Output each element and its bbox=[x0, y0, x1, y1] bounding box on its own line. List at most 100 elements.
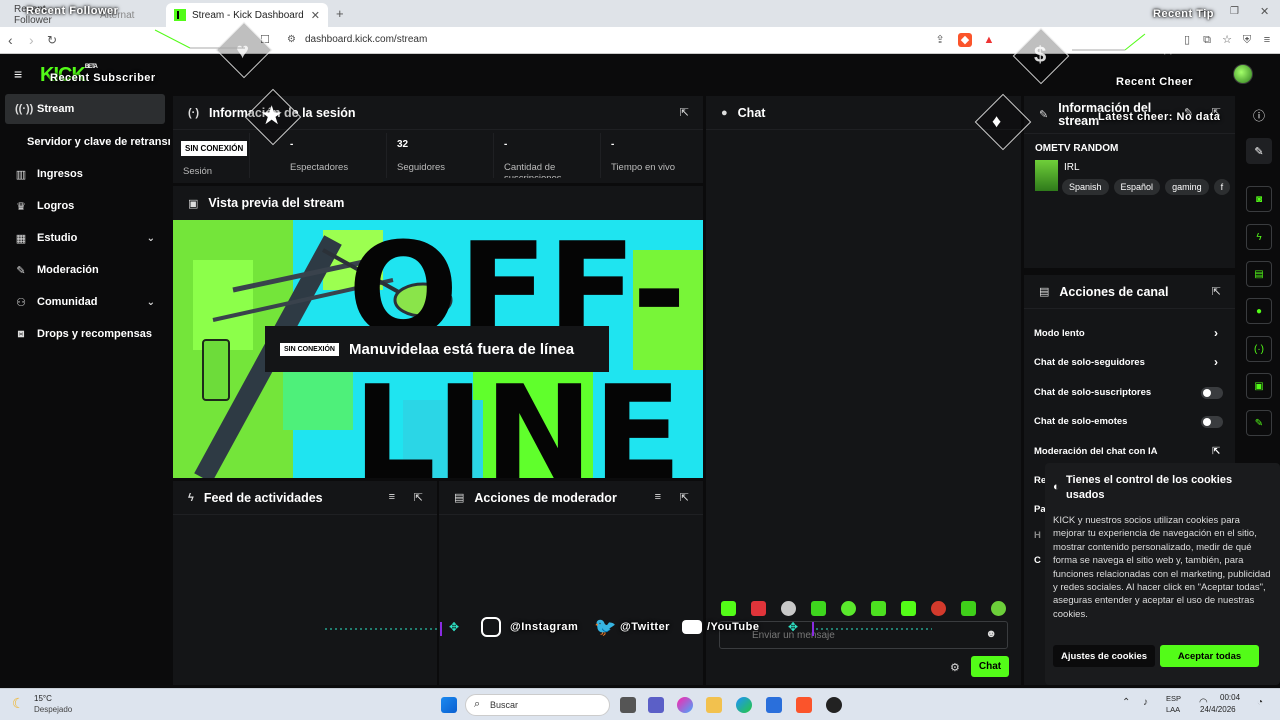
popout-icon[interactable]: ⇱ bbox=[414, 491, 423, 504]
file-explorer-icon[interactable] bbox=[706, 697, 722, 713]
edge-icon[interactable] bbox=[736, 697, 752, 713]
sidebar-item-comunidad[interactable]: ⚇ Comunidad ⌄ bbox=[5, 287, 165, 317]
hamburger-menu-icon[interactable]: ≡ bbox=[14, 66, 22, 82]
stat-subscriptions: - Cantidad de suscripciones bbox=[494, 133, 601, 178]
overlay-youtube: /YouTube bbox=[707, 621, 760, 633]
broadcast-icon: (·) bbox=[188, 106, 199, 119]
gear-icon[interactable]: ⚙ bbox=[950, 661, 960, 674]
row-label: Moderación del chat con IA bbox=[1034, 446, 1158, 457]
sidebar-item-server-key[interactable]: Servidor y clave de retransmisión bbox=[5, 127, 170, 157]
share-icon[interactable]: ⇪ bbox=[933, 33, 947, 47]
emote-icon[interactable] bbox=[991, 601, 1006, 616]
microphone-icon[interactable]: ♪ bbox=[1143, 697, 1148, 708]
reload-icon[interactable]: ↻ bbox=[47, 33, 57, 47]
overlay-line bbox=[1072, 33, 1146, 51]
popout-icon[interactable]: ⇱ bbox=[1212, 285, 1221, 298]
weather-desc[interactable]: Despejado bbox=[34, 705, 72, 714]
store-icon[interactable] bbox=[766, 697, 782, 713]
cookie-accept-button[interactable]: Aceptar todas bbox=[1160, 645, 1259, 667]
filter-icon[interactable]: ≡ bbox=[655, 491, 661, 503]
new-tab-icon[interactable]: + bbox=[336, 6, 344, 21]
status-badge: SIN CONEXIÓN bbox=[181, 141, 248, 156]
emote-icon[interactable] bbox=[751, 601, 766, 616]
restore-icon[interactable]: ❐ bbox=[1230, 6, 1239, 17]
subscribers-only-toggle[interactable] bbox=[1201, 387, 1223, 399]
category-thumbnail[interactable] bbox=[1035, 160, 1058, 191]
avatar[interactable] bbox=[1233, 64, 1253, 84]
edit-icon[interactable]: ✎ bbox=[1246, 138, 1272, 164]
followers-only-row[interactable]: Chat de solo-seguidores › bbox=[1034, 355, 1224, 369]
sidebar-item-drops[interactable]: ⧈ Drops y recompensas bbox=[5, 319, 165, 349]
vpn-icon[interactable]: ⛨ bbox=[1240, 33, 1254, 47]
sidebar-item-estudio[interactable]: ▦ Estudio ⌄ bbox=[5, 223, 165, 253]
chevron-down-icon[interactable]: ⌄ bbox=[147, 297, 155, 308]
forward-icon[interactable]: › bbox=[29, 32, 34, 48]
chevron-up-icon[interactable]: ⌃ bbox=[1122, 697, 1130, 708]
emote-icon[interactable] bbox=[811, 601, 826, 616]
emote-icon[interactable] bbox=[871, 601, 886, 616]
sidebar-item-moderacion[interactable]: ✎ Moderación bbox=[5, 255, 165, 285]
rewards-icon[interactable]: ▲ bbox=[982, 33, 996, 47]
info-icon[interactable]: ⓘ bbox=[1253, 107, 1265, 124]
tag[interactable]: Español bbox=[1113, 179, 1161, 195]
obs-icon[interactable] bbox=[826, 697, 842, 713]
emotes-only-toggle[interactable] bbox=[1201, 416, 1223, 428]
slow-mode-row[interactable]: Modo lento › bbox=[1034, 326, 1224, 340]
clock-date[interactable]: 24/4/2026 bbox=[1200, 705, 1236, 714]
studio-icon: ▦ bbox=[15, 232, 27, 245]
chevron-down-icon[interactable]: ⌄ bbox=[147, 233, 155, 244]
back-icon[interactable]: ‹ bbox=[8, 32, 13, 48]
emote-icon[interactable] bbox=[961, 601, 976, 616]
task-view-icon[interactable] bbox=[620, 697, 636, 713]
sidebar-item-ingresos[interactable]: ▥ Ingresos bbox=[5, 159, 165, 189]
bolt-icon[interactable]: ϟ bbox=[1246, 224, 1272, 250]
site-info-icon[interactable]: ⚙ bbox=[287, 34, 296, 45]
filter-icon[interactable]: ≡ bbox=[389, 491, 395, 503]
tag[interactable]: gaming bbox=[1165, 179, 1209, 195]
ai-moderation-row[interactable]: Moderación del chat con IA ⇱ bbox=[1034, 446, 1224, 457]
broadcast-icon[interactable]: (·) bbox=[1246, 336, 1272, 362]
wrench-icon[interactable]: ✎ bbox=[1246, 410, 1272, 436]
emote-icon[interactable] bbox=[901, 601, 916, 616]
row-label: Chat de solo-emotes bbox=[1034, 416, 1128, 427]
emote-icon[interactable] bbox=[841, 601, 856, 616]
windows-start-icon[interactable] bbox=[441, 697, 457, 713]
stat-label: Sesión bbox=[183, 166, 213, 177]
status-badge: SIN CONEXIÓN bbox=[280, 342, 339, 356]
close-window-icon[interactable]: ✕ bbox=[1260, 5, 1269, 18]
notification-bell-icon[interactable]: ◔ bbox=[1257, 697, 1263, 708]
menu-icon[interactable]: ≡ bbox=[1260, 33, 1274, 47]
emoji-icon[interactable]: ☻ bbox=[985, 628, 997, 640]
close-tab-icon[interactable]: ✕ bbox=[311, 9, 320, 22]
sidebar-item-stream[interactable]: ((·)) Stream bbox=[5, 94, 165, 124]
weather-temp[interactable]: 15°C bbox=[34, 694, 52, 703]
panel-title: Feed de actividades bbox=[203, 490, 323, 505]
document-icon[interactable]: ▤ bbox=[1246, 261, 1272, 287]
emote-icon[interactable] bbox=[931, 601, 946, 616]
emote-icon[interactable] bbox=[781, 601, 796, 616]
chat-send-button[interactable]: Chat bbox=[971, 656, 1009, 677]
emote-icon[interactable] bbox=[721, 601, 736, 616]
tag[interactable]: Spanish bbox=[1062, 179, 1109, 195]
popout-icon[interactable]: ⇱ bbox=[680, 106, 689, 119]
lang-bottom[interactable]: LAA bbox=[1166, 705, 1180, 714]
category-name[interactable]: IRL bbox=[1064, 162, 1080, 173]
copilot-icon[interactable] bbox=[677, 697, 693, 713]
overlay-recent-follower: Recent Follower bbox=[26, 5, 119, 17]
lang-top[interactable]: ESP bbox=[1166, 694, 1181, 703]
brave-icon[interactable] bbox=[796, 697, 812, 713]
tag[interactable]: f bbox=[1213, 179, 1231, 195]
popout-icon[interactable]: ⇱ bbox=[680, 491, 689, 504]
cookie-settings-button[interactable]: Ajustes de cookies bbox=[1053, 645, 1155, 667]
url-field[interactable]: dashboard.kick.com/stream bbox=[305, 34, 427, 45]
clock-time[interactable]: 00:04 bbox=[1220, 693, 1240, 702]
chat-bubble-icon[interactable]: ● bbox=[1246, 298, 1272, 324]
teams-icon[interactable] bbox=[648, 697, 664, 713]
layout-icon[interactable]: ▣ bbox=[1246, 373, 1272, 399]
taskbar-search[interactable]: ⌕ Buscar bbox=[465, 694, 610, 716]
sidebar-item-logros[interactable]: ♛ Logros bbox=[5, 191, 165, 221]
brave-shield-icon[interactable]: ◆ bbox=[958, 33, 972, 47]
camera-icon[interactable]: ◙ bbox=[1246, 186, 1272, 212]
stream-preview[interactable]: OFF- LINE SIN CONEXIÓN Manuvidelaa está … bbox=[173, 220, 703, 478]
tab-kick-dashboard[interactable]: Stream - Kick Dashboard ✕ bbox=[166, 3, 328, 27]
